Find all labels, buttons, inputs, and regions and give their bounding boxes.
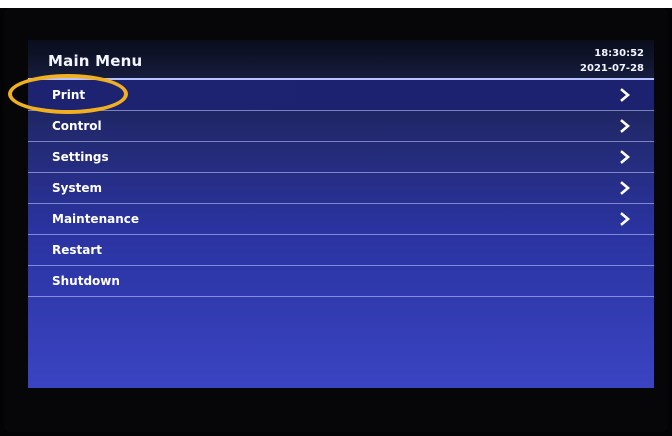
photo-top-edge [0,0,672,8]
menu-item-system[interactable]: System [28,173,654,204]
chevron-right-icon [620,150,631,164]
menu-item-label: Shutdown [52,274,120,288]
chevron-right-icon [620,88,631,102]
device-photo: Main Menu 18:30:52 2021-07-28 Print Cont… [0,0,672,436]
menu-item-print[interactable]: Print [28,80,654,111]
menu-item-maintenance[interactable]: Maintenance [28,204,654,235]
menu-item-label: Maintenance [52,212,140,226]
chevron-right-icon [620,119,631,133]
menu-item-control[interactable]: Control [28,111,654,142]
clock: 18:30:52 2021-07-28 [580,46,644,76]
menu-item-label: Control [52,119,102,133]
page-title: Main Menu [48,52,143,70]
menu-item-settings[interactable]: Settings [28,142,654,173]
main-menu-list: Print Control Settings System Maintenanc… [28,80,654,297]
chevron-right-icon [620,212,631,226]
menu-item-shutdown[interactable]: Shutdown [28,266,654,297]
menu-item-label: System [52,181,102,195]
hmi-screen: Main Menu 18:30:52 2021-07-28 Print Cont… [28,40,654,388]
clock-time: 18:30:52 [594,48,644,59]
menu-item-label: Settings [52,150,109,164]
menu-item-label: Print [52,88,86,102]
clock-date: 2021-07-28 [580,63,644,74]
menu-item-label: Restart [52,243,103,257]
chevron-right-icon [620,181,631,195]
header-bar: Main Menu 18:30:52 2021-07-28 [28,40,654,80]
menu-item-restart[interactable]: Restart [28,235,654,266]
